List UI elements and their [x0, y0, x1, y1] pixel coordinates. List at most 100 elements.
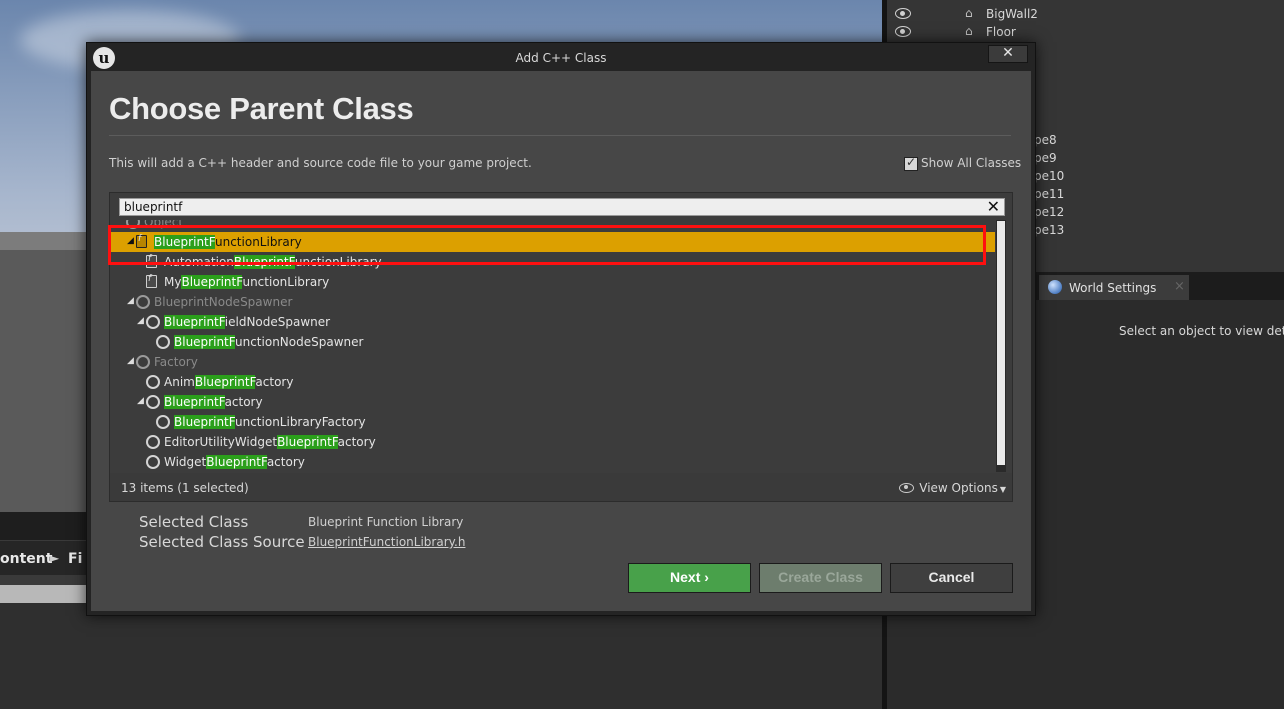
add-cpp-class-dialog: u Add C++ Class ✕ Choose Parent Class Th… [86, 42, 1036, 616]
next-button[interactable]: Next › [628, 563, 751, 593]
class-tree-row[interactable]: EditorUtilityWidgetBlueprintFactory [110, 432, 995, 452]
class-name-part: actory [337, 435, 376, 449]
outliner-actor-name: pe11 [1034, 187, 1065, 201]
item-count: 13 items (1 selected) [121, 481, 249, 495]
scrollbar[interactable] [996, 220, 1006, 472]
outliner-actor-name: Floor [986, 25, 1016, 39]
breadcrumb-arrow-icon[interactable]: ► [50, 551, 59, 565]
search-match-highlight: BlueprintF [174, 415, 235, 429]
checkbox-label: Show All Classes [921, 156, 1022, 170]
search-match-highlight: BlueprintF [174, 335, 235, 349]
scrollbar-thumb[interactable] [997, 221, 1005, 465]
breadcrumb-content[interactable]: ontent [0, 551, 52, 567]
class-name-part: unctionLibrary [242, 275, 330, 289]
selected-class-label: Selected Class [139, 513, 249, 531]
breadcrumb-folder[interactable]: Fi [68, 551, 82, 567]
class-name: MyBlueprintFunctionLibrary [164, 275, 329, 289]
class-tree-row[interactable]: ◢ BlueprintNodeSpawner [110, 292, 995, 312]
tab-label: World Settings [1069, 281, 1157, 295]
class-name-part: actory [224, 395, 263, 409]
class-name-part: BlueprintNodeSpawner [154, 295, 293, 309]
class-tree-row[interactable]: AnimBlueprintFactory [110, 372, 995, 392]
expand-triangle-icon[interactable]: ◢ [137, 396, 144, 406]
close-tab-icon[interactable]: × [1174, 279, 1185, 294]
checkbox-checked-icon[interactable] [904, 155, 918, 171]
chevron-right-icon: › [704, 569, 709, 585]
outliner-row[interactable]: ⌂ Floor [887, 23, 1284, 41]
class-name-part: ieldNodeSpawner [224, 315, 331, 329]
search-match-highlight: BlueprintF [164, 315, 225, 329]
view-options-label: View Options [919, 481, 998, 495]
selected-source-label: Selected Class Source [139, 533, 305, 551]
class-circle-icon [136, 295, 150, 309]
next-label: Next [670, 569, 701, 585]
class-circle-icon [156, 415, 170, 429]
page-title: Choose Parent Class [109, 91, 414, 126]
class-tree-row[interactable]: ◢ Factory [110, 352, 995, 372]
globe-icon [1048, 280, 1062, 294]
outliner-actor-name: pe9 [1034, 151, 1057, 165]
search-match-highlight: BlueprintF [164, 395, 225, 409]
create-class-button[interactable]: Create Class [759, 563, 882, 593]
function-library-icon [146, 274, 157, 288]
search-match-highlight: BlueprintF [194, 375, 256, 389]
dialog-title: Add C++ Class [515, 51, 607, 65]
selected-source-link[interactable]: BlueprintFunctionLibrary.h [308, 532, 465, 552]
class-circle-icon [156, 335, 170, 349]
class-tree-row[interactable]: MyBlueprintFunctionLibrary [110, 272, 995, 292]
details-empty-message: Select an object to view details. [1119, 324, 1284, 338]
class-name-part: My [164, 275, 182, 289]
actor-icon: ⌂ [965, 24, 973, 38]
outliner-actor-name: BigWall2 [986, 7, 1038, 21]
class-name-part: actory [266, 455, 305, 469]
search-input[interactable]: blueprintf ✕ [119, 197, 1005, 216]
class-circle-icon [146, 375, 160, 389]
class-circle-icon [146, 395, 160, 409]
outliner-actor-name: pe12 [1034, 205, 1065, 219]
selected-class-labels: Selected Class Selected Class Source [139, 512, 305, 552]
class-tree-row[interactable]: ◢ BlueprintFieldNodeSpawner [110, 312, 995, 332]
outliner-actor-name: pe10 [1034, 169, 1065, 183]
dialog-titlebar[interactable]: u Add C++ Class ✕ [87, 43, 1035, 71]
class-name: WidgetBlueprintFactory [164, 455, 305, 469]
expand-triangle-icon[interactable]: ◢ [127, 356, 134, 366]
actor-icon: ⌂ [965, 6, 973, 20]
class-name: Factory [154, 355, 198, 369]
class-name: BlueprintFactory [164, 395, 263, 409]
selected-class-values: Blueprint Function Library BlueprintFunc… [308, 512, 465, 552]
class-tree-row[interactable]: WidgetBlueprintFactory [110, 452, 995, 472]
class-tree-row[interactable]: ◢ BlueprintFactory [110, 392, 995, 412]
class-name: AnimBlueprintFactory [164, 375, 293, 389]
clear-search-icon[interactable]: ✕ [987, 197, 1000, 216]
view-options-button[interactable]: View Options ▼ [899, 481, 1006, 495]
close-button[interactable]: ✕ [988, 45, 1028, 63]
visibility-eye-icon[interactable] [895, 26, 911, 37]
outliner-actor-name: pe8 [1034, 133, 1057, 147]
outliner-actor-name: pe13 [1034, 223, 1065, 237]
class-circle-icon [136, 355, 150, 369]
cancel-button[interactable]: Cancel [890, 563, 1013, 593]
class-name-part: Factory [154, 355, 198, 369]
class-tree-row[interactable]: BlueprintFunctionLibraryFactory [110, 412, 995, 432]
search-match-highlight: BlueprintF [277, 435, 338, 449]
caret-down-icon: ▼ [999, 485, 1006, 494]
search-value: blueprintf [124, 200, 183, 214]
dialog-body: Choose Parent Class This will add a C++ … [91, 71, 1031, 611]
class-circle-icon [146, 455, 160, 469]
class-name: BlueprintFunctionLibraryFactory [174, 415, 366, 429]
expand-triangle-icon[interactable]: ◢ [137, 316, 144, 326]
class-name: BlueprintFunctionNodeSpawner [174, 335, 363, 349]
eye-icon [899, 483, 915, 493]
class-tree-row[interactable]: BlueprintFunctionNodeSpawner [110, 332, 995, 352]
tab-world-settings[interactable]: World Settings × [1039, 275, 1189, 300]
visibility-eye-icon[interactable] [895, 8, 911, 19]
class-name-part: unctionLibraryFactory [235, 415, 366, 429]
outliner-row[interactable]: ⌂ BigWall2 [887, 5, 1284, 23]
class-name-part: Widget [164, 455, 207, 469]
description-text: This will add a C++ header and source co… [109, 156, 532, 170]
selected-class-value: Blueprint Function Library [308, 515, 464, 529]
annotation-highlight-box [108, 225, 986, 265]
expand-triangle-icon[interactable]: ◢ [127, 296, 134, 306]
class-name: BlueprintFieldNodeSpawner [164, 315, 330, 329]
class-name: EditorUtilityWidgetBlueprintFactory [164, 435, 376, 449]
